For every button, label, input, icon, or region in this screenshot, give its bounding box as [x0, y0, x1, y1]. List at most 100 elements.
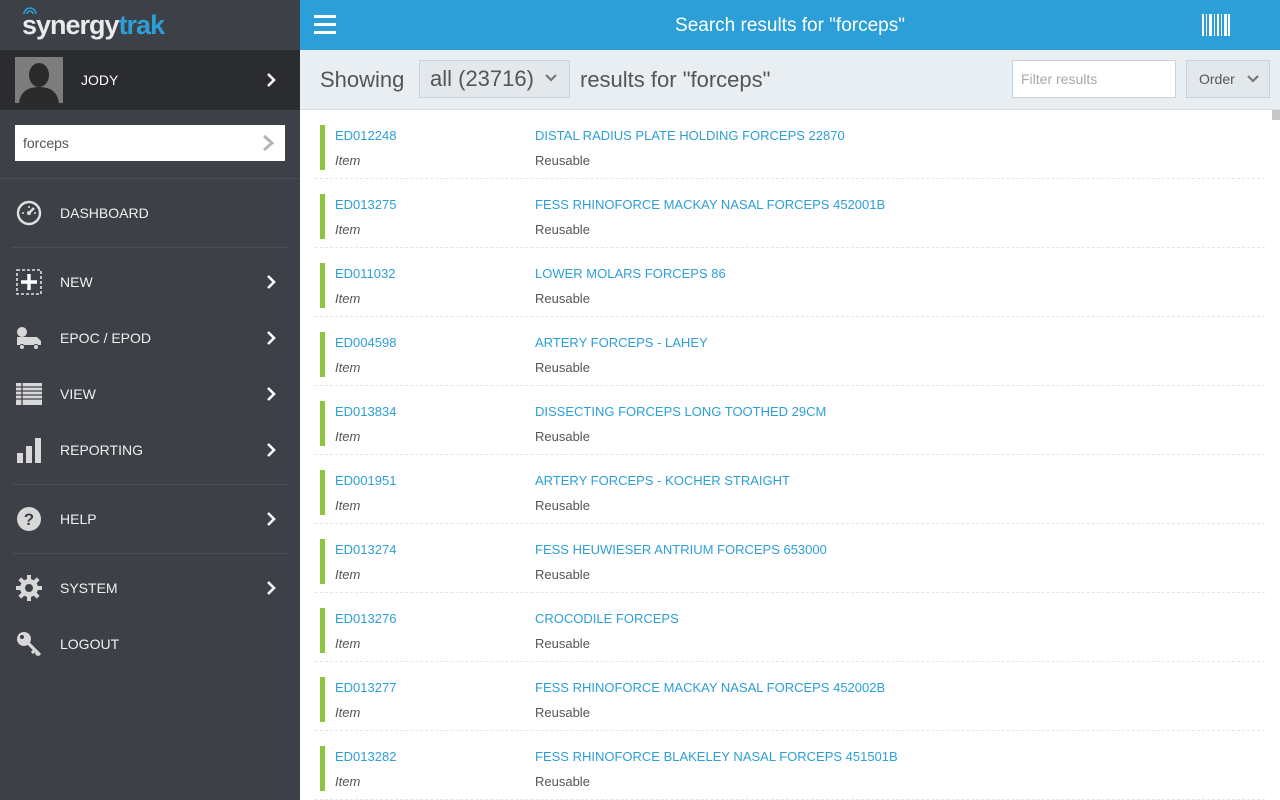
chevron-right-icon [267, 443, 276, 457]
result-code-link[interactable]: ED013282 [335, 749, 396, 764]
result-code-link[interactable]: ED011032 [335, 266, 395, 281]
status-indicator [320, 677, 325, 722]
result-description-link[interactable]: LOWER MOLARS FORCEPS 86 [535, 266, 726, 281]
result-row[interactable]: ED004598 Item ARTERY FORCEPS - LAHEY Reu… [315, 317, 1265, 386]
result-type: Item [335, 429, 361, 444]
result-type: Item [335, 291, 361, 306]
result-code-link[interactable]: ED013275 [335, 197, 396, 212]
divider [12, 247, 288, 248]
result-code-link[interactable]: ED013834 [335, 404, 396, 419]
result-type: Item [335, 498, 361, 513]
result-type: Item [335, 567, 361, 582]
result-description-link[interactable]: ARTERY FORCEPS - KOCHER STRAIGHT [535, 473, 790, 488]
results-for-label: results for "forceps" [580, 67, 771, 92]
logo-bar: synergytrak [0, 0, 300, 50]
search-box [15, 125, 285, 161]
results-toolbar: Showing all (23716) results for "forceps… [300, 50, 1280, 110]
scope-select[interactable]: all (23716) [419, 60, 570, 98]
status-indicator [320, 263, 325, 308]
result-row[interactable]: ED013282 Item FESS RHINOFORCE BLAKELEY N… [315, 731, 1265, 800]
chevron-right-icon [267, 512, 276, 526]
result-description-link[interactable]: CROCODILE FORCEPS [535, 611, 679, 626]
nav-item-dashboard[interactable]: DASHBOARD [0, 185, 300, 241]
logo[interactable]: synergytrak [22, 6, 166, 41]
barcode-icon[interactable] [1202, 14, 1230, 36]
scrollbar[interactable] [1272, 110, 1280, 120]
status-indicator [320, 332, 325, 377]
nav-item-reporting[interactable]: REPORTING [0, 422, 300, 478]
sidebar: synergytrak JODY forceps DASHBOARD NEW E… [0, 0, 300, 800]
result-description-link[interactable]: FESS RHINOFORCE BLAKELEY NASAL FORCEPS 4… [535, 749, 898, 764]
dashboard-icon [16, 200, 42, 226]
bar-chart-icon [17, 438, 41, 463]
chevron-right-icon [267, 387, 276, 401]
result-code-link[interactable]: ED012248 [335, 128, 396, 143]
nav-item-system[interactable]: SYSTEM [0, 560, 300, 616]
search-input[interactable] [15, 125, 285, 161]
result-code-link[interactable]: ED001951 [335, 473, 396, 488]
showing-label: Showing [320, 67, 405, 92]
result-code-link[interactable]: ED013276 [335, 611, 396, 626]
logo-text-trak: trak [118, 9, 166, 40]
avatar [15, 57, 63, 103]
page-title: Search results for "forceps" [675, 15, 905, 36]
status-indicator [320, 539, 325, 584]
result-type: Item [335, 774, 361, 789]
nav-item-view[interactable]: VIEW [0, 366, 300, 422]
result-row[interactable]: ED001951 Item ARTERY FORCEPS - KOCHER ST… [315, 455, 1265, 524]
chevron-right-icon [267, 581, 276, 595]
nav-item-help[interactable]: ? HELP [0, 491, 300, 547]
result-type: Item [335, 222, 361, 237]
nav-label: DASHBOARD [60, 205, 149, 221]
result-description-link[interactable]: ARTERY FORCEPS - LAHEY [535, 335, 708, 350]
result-status: Reusable [535, 498, 590, 513]
search-submit-arrow-icon[interactable] [261, 134, 275, 152]
divider [12, 553, 288, 554]
user-name: JODY [81, 72, 119, 88]
status-indicator [320, 608, 325, 653]
result-row[interactable]: ED013834 Item DISSECTING FORCEPS LONG TO… [315, 386, 1265, 455]
status-indicator [320, 470, 325, 515]
result-row[interactable]: ED013277 Item FESS RHINOFORCE MACKAY NAS… [315, 662, 1265, 731]
status-indicator [320, 746, 325, 791]
nav-label: HELP [60, 511, 97, 527]
result-description-link[interactable]: DISSECTING FORCEPS LONG TOOTHED 29CM [535, 404, 826, 419]
nav-label: SYSTEM [60, 580, 118, 596]
user-profile[interactable]: JODY [0, 50, 300, 110]
nav-item-new[interactable]: NEW [0, 254, 300, 310]
chevron-right-icon [267, 73, 276, 87]
result-code-link[interactable]: ED013274 [335, 542, 396, 557]
result-code-link[interactable]: ED013277 [335, 680, 396, 695]
result-description-link[interactable]: FESS RHINOFORCE MACKAY NASAL FORCEPS 452… [535, 680, 885, 695]
result-row[interactable]: ED013274 Item FESS HEUWIESER ANTRIUM FOR… [315, 524, 1265, 593]
result-type: Item [335, 636, 361, 651]
result-row[interactable]: ED013276 Item CROCODILE FORCEPS Reusable [315, 593, 1265, 662]
nav-label: REPORTING [60, 442, 143, 458]
result-description-link[interactable]: DISTAL RADIUS PLATE HOLDING FORCEPS 2287… [535, 128, 845, 143]
result-status: Reusable [535, 705, 590, 720]
svg-text:?: ? [24, 510, 34, 529]
result-status: Reusable [535, 774, 590, 789]
order-dropdown[interactable]: Order [1186, 60, 1270, 98]
result-status: Reusable [535, 636, 590, 651]
result-description-link[interactable]: FESS RHINOFORCE MACKAY NASAL FORCEPS 452… [535, 197, 885, 212]
result-code-link[interactable]: ED004598 [335, 335, 396, 350]
nav-item-epoc-epod[interactable]: EPOC / EPOD [0, 310, 300, 366]
chevron-down-icon [545, 74, 557, 82]
status-indicator [320, 125, 325, 170]
result-row[interactable]: ED013275 Item FESS RHINOFORCE MACKAY NAS… [315, 179, 1265, 248]
result-row[interactable]: ED011032 Item LOWER MOLARS FORCEPS 86 Re… [315, 248, 1265, 317]
result-type: Item [335, 153, 361, 168]
filter-results-input[interactable] [1012, 60, 1176, 98]
sidebar-search [0, 110, 300, 179]
list-icon [16, 383, 42, 405]
chevron-right-icon [267, 331, 276, 345]
plus-icon [16, 269, 42, 295]
chevron-right-icon [267, 275, 276, 289]
result-row[interactable]: ED012248 Item DISTAL RADIUS PLATE HOLDIN… [315, 110, 1265, 179]
result-description-link[interactable]: FESS HEUWIESER ANTRIUM FORCEPS 653000 [535, 542, 827, 557]
gear-icon [16, 575, 42, 601]
nav-item-logout[interactable]: LOGOUT [0, 616, 300, 672]
status-indicator [320, 401, 325, 446]
results-list: ED012248 Item DISTAL RADIUS PLATE HOLDIN… [300, 110, 1280, 800]
